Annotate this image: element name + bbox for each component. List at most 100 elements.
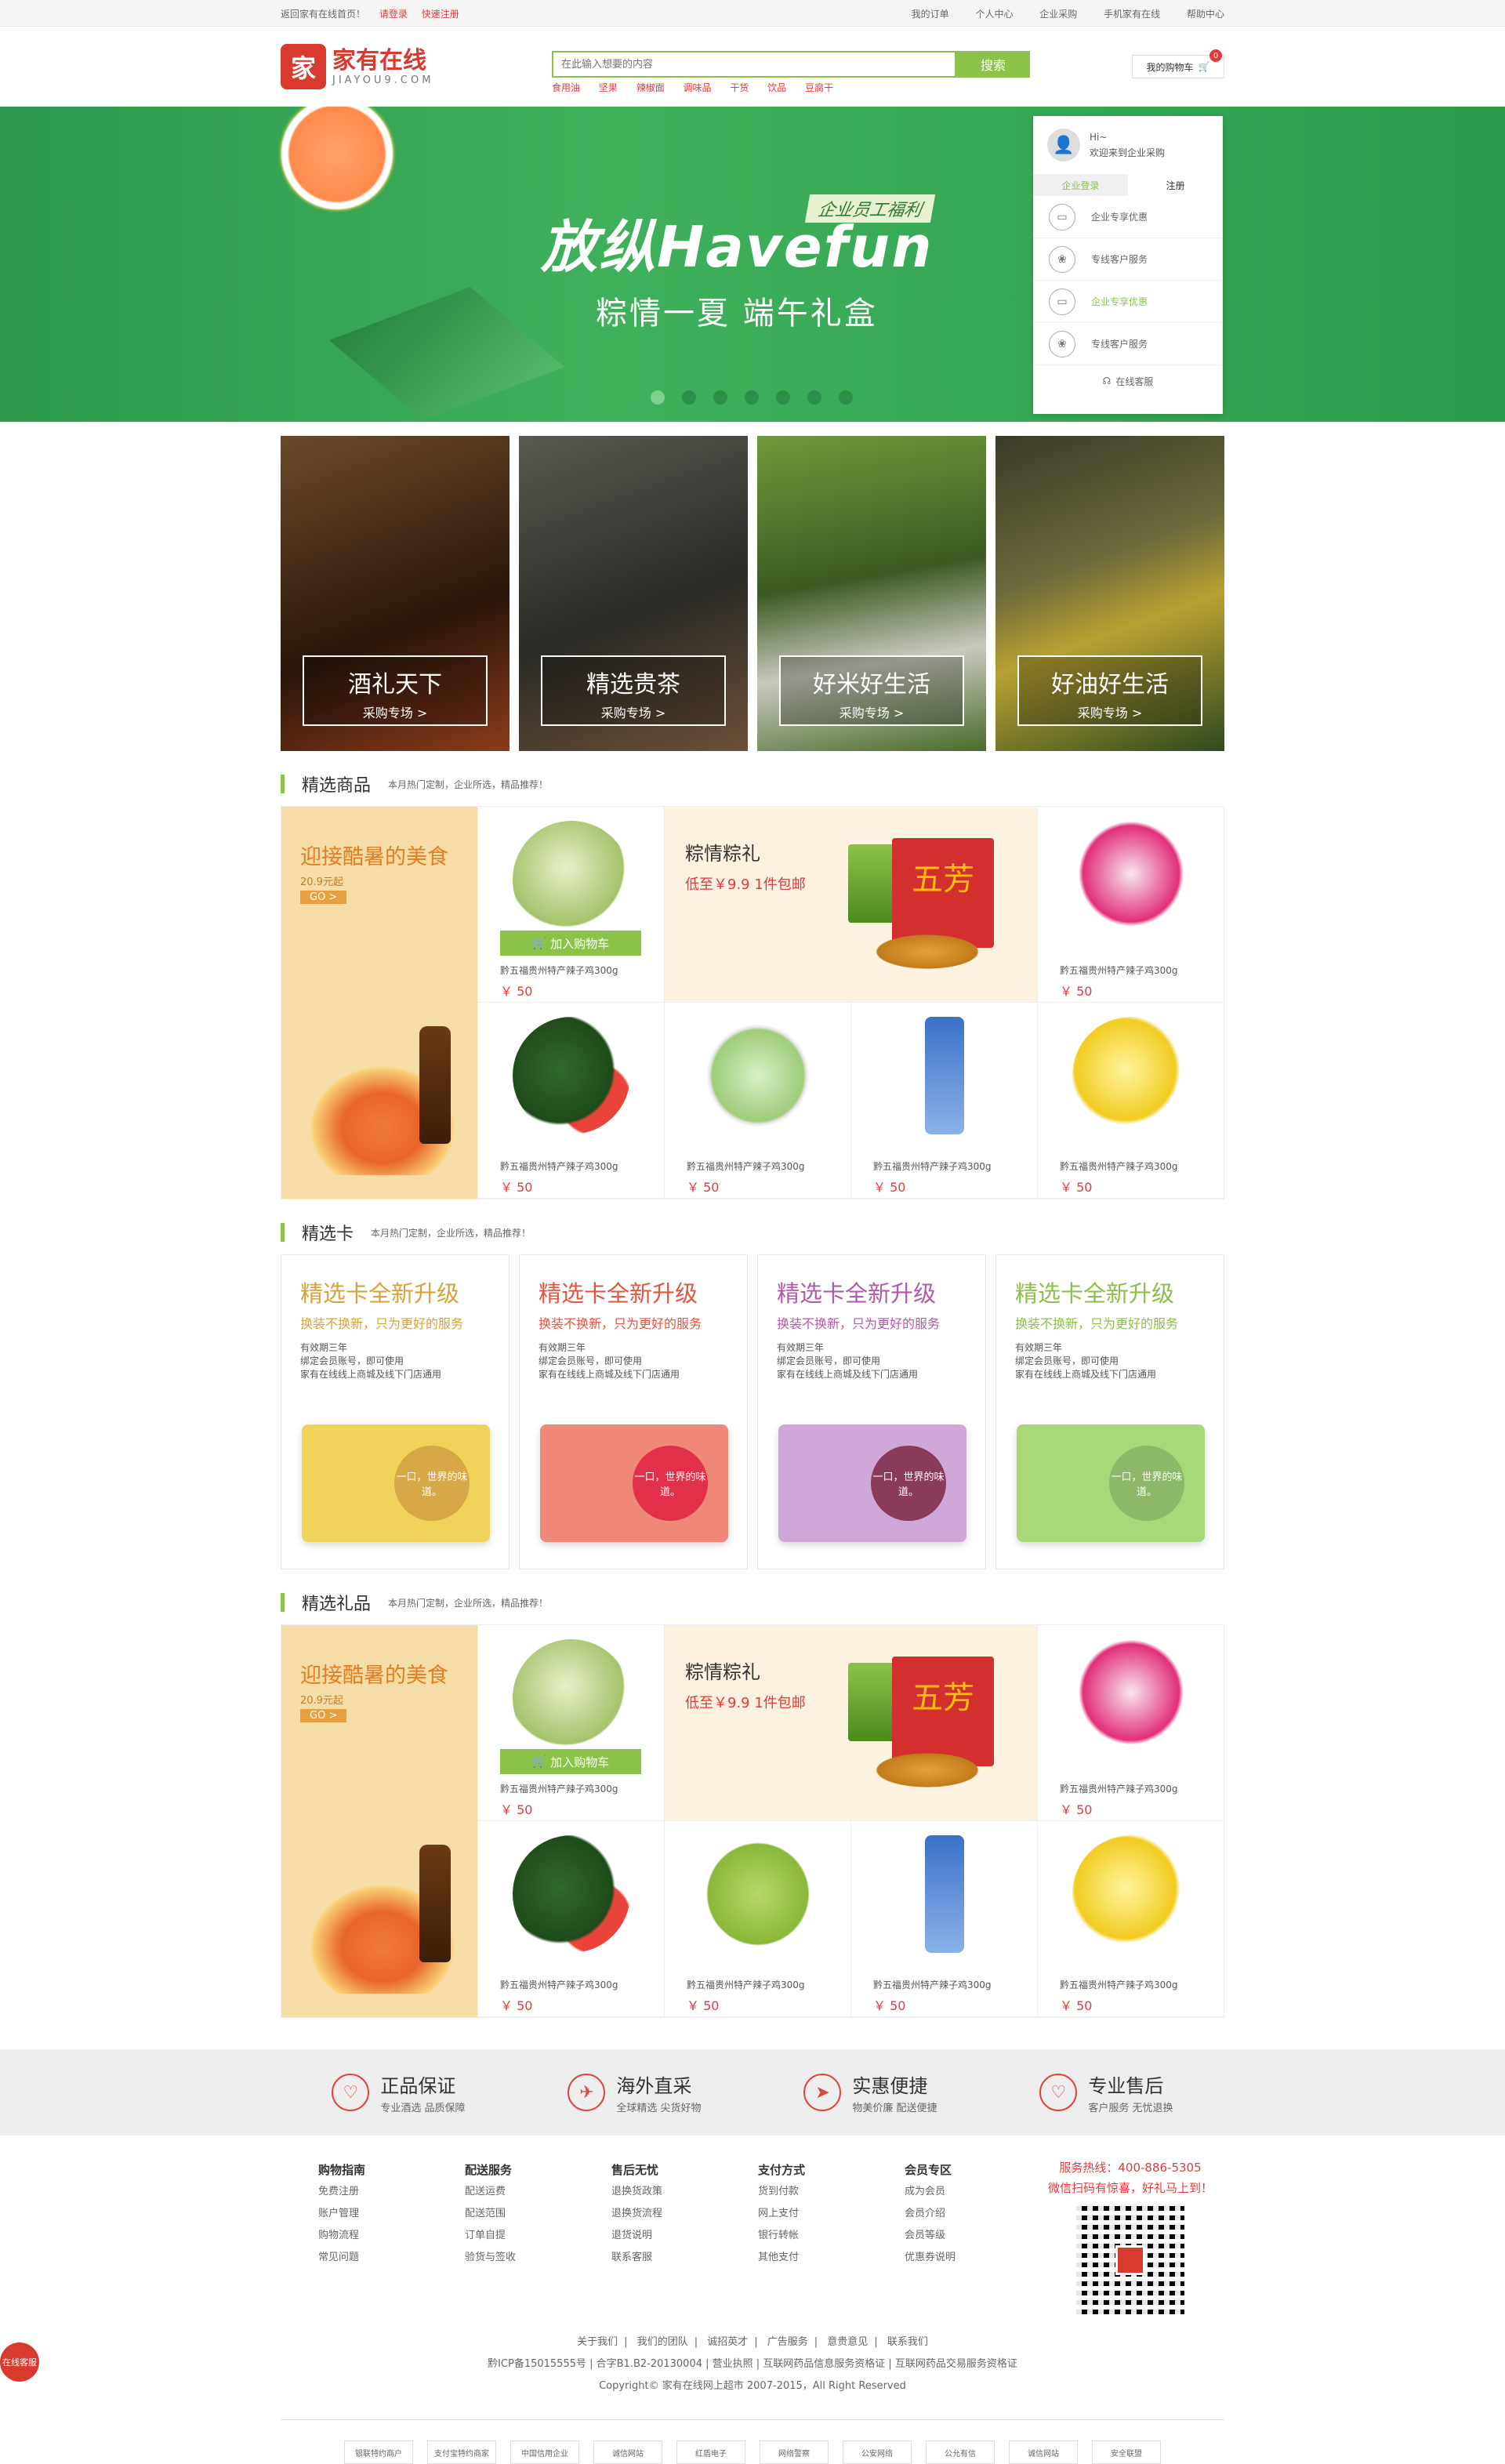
- featured-tile[interactable]: 粽情粽礼 低至￥9.9 1件包邮 五芳: [664, 1625, 1037, 1821]
- mobile-link[interactable]: 手机家有在线: [1104, 9, 1160, 20]
- gift-card[interactable]: 精选卡全新升级 换装不换新，只为更好的服务 有效期三年 绑定会员账号，即可使用 家有…: [519, 1254, 748, 1569]
- trust-badge[interactable]: 诚信网站: [593, 2440, 662, 2464]
- footer-link[interactable]: 免费注册: [318, 2181, 465, 2203]
- carousel-dot[interactable]: [839, 390, 853, 405]
- product-card[interactable]: 黔五福贵州特产辣子鸡300g ￥ 50: [477, 1003, 664, 1199]
- bottom-link[interactable]: 诚招英才: [707, 2336, 748, 2348]
- home-link[interactable]: 返回家有在线首页！: [281, 9, 365, 20]
- bottom-link[interactable]: 我们的团队: [637, 2336, 688, 2348]
- carousel-dot[interactable]: [682, 390, 696, 405]
- footer-link[interactable]: 退货说明: [611, 2225, 758, 2247]
- product-card[interactable]: 黔五福贵州特产辣子鸡300g ￥ 50: [1037, 1003, 1224, 1199]
- bottom-link[interactable]: 意贵意见: [827, 2336, 868, 2348]
- promo-tile[interactable]: 迎接酷暑的美食 20.9元起 GO >: [281, 1625, 477, 2017]
- hotword[interactable]: 饮品: [767, 82, 786, 93]
- footer-link[interactable]: 网上支付: [758, 2203, 905, 2225]
- footer-link[interactable]: 退换货政策: [611, 2181, 758, 2203]
- add-to-cart-button[interactable]: 🛒 加入购物车: [500, 931, 641, 956]
- search-button[interactable]: 搜索: [956, 51, 1030, 78]
- category-wine[interactable]: 酒礼天下 采购专场 >: [281, 436, 510, 751]
- product-card[interactable]: 黔五福贵州特产辣子鸡300g ￥ 50: [1037, 1821, 1224, 2017]
- register-link[interactable]: 快速注册: [422, 9, 459, 20]
- footer-link[interactable]: 验货与签收: [465, 2247, 611, 2269]
- footer-link[interactable]: 退换货流程: [611, 2203, 758, 2225]
- carousel-dot[interactable]: [807, 390, 821, 405]
- hotword[interactable]: 辣椒面: [636, 82, 665, 93]
- promo-tile[interactable]: 迎接酷暑的美食 20.9元起 GO >: [281, 807, 477, 1199]
- trust-badge[interactable]: 支付宝特约商家: [427, 2440, 496, 2464]
- product-card[interactable]: 黔五福贵州特产辣子鸡300g ￥ 50: [850, 1821, 1037, 2017]
- login-link[interactable]: 请登录: [379, 9, 408, 20]
- hotword[interactable]: 食用油: [552, 82, 580, 93]
- category-tea[interactable]: 精选贵茶 采购专场 >: [519, 436, 748, 751]
- tab-enterprise-login[interactable]: 企业登录: [1033, 174, 1128, 196]
- hotword[interactable]: 调味品: [684, 82, 712, 93]
- trust-badge[interactable]: 网络警察: [760, 2440, 829, 2464]
- panel-item[interactable]: ❀ 专线客户服务: [1033, 323, 1223, 365]
- carousel-dot[interactable]: [713, 390, 727, 405]
- logo[interactable]: 家 家有在线 JIAYOU9.COM: [281, 44, 433, 89]
- tab-register[interactable]: 注册: [1128, 174, 1223, 196]
- footer-link[interactable]: 会员等级: [905, 2225, 1051, 2247]
- hotword[interactable]: 豆腐干: [805, 82, 833, 93]
- footer-link[interactable]: 其他支付: [758, 2247, 905, 2269]
- category-oil[interactable]: 好油好生活 采购专场 >: [995, 436, 1224, 751]
- hotword[interactable]: 坚果: [599, 82, 618, 93]
- carousel-dot[interactable]: [651, 390, 665, 405]
- gift-card[interactable]: 精选卡全新升级 换装不换新，只为更好的服务 有效期三年 绑定会员账号，即可使用 家有…: [757, 1254, 986, 1569]
- panel-item[interactable]: ▭ 企业专享优惠: [1033, 196, 1223, 238]
- footer-link[interactable]: 银行转帐: [758, 2225, 905, 2247]
- category-rice[interactable]: 好米好生活 采购专场 >: [757, 436, 986, 751]
- trust-badge[interactable]: 安全联盟: [1092, 2440, 1161, 2464]
- help-link[interactable]: 帮助中心: [1187, 9, 1224, 20]
- online-service-button[interactable]: 在线客服: [0, 2342, 39, 2382]
- footer-link[interactable]: 配送运费: [465, 2181, 611, 2203]
- cart-button[interactable]: 我的购物车 🛒 0: [1132, 49, 1224, 78]
- footer-link[interactable]: 联系客服: [611, 2247, 758, 2269]
- footer-link[interactable]: 账户管理: [318, 2203, 465, 2225]
- trust-badge[interactable]: 银联特约商户: [344, 2440, 413, 2464]
- cart-label: 我的购物车: [1146, 61, 1194, 73]
- featured-tile[interactable]: 粽情粽礼 低至￥9.9 1件包邮 五芳: [664, 807, 1037, 1003]
- trust-badge[interactable]: 公允有信: [926, 2440, 995, 2464]
- product-card[interactable]: 黔五福贵州特产辣子鸡300g ￥ 50: [664, 1003, 850, 1199]
- gift-card[interactable]: 精选卡全新升级 换装不换新，只为更好的服务 有效期三年 绑定会员账号，即可使用 家有…: [995, 1254, 1224, 1569]
- personal-center-link[interactable]: 个人中心: [975, 9, 1013, 20]
- footer-link[interactable]: 常见问题: [318, 2247, 465, 2269]
- trust-badge[interactable]: 诚信网站: [1009, 2440, 1078, 2464]
- hotword[interactable]: 干货: [730, 82, 749, 93]
- product-card[interactable]: 黔五福贵州特产辣子鸡300g ￥ 50: [664, 1821, 850, 2017]
- enterprise-link[interactable]: 企业采购: [1039, 9, 1077, 20]
- product-card[interactable]: 🛒 加入购物车 黔五福贵州特产辣子鸡300g ￥ 50: [477, 807, 664, 1003]
- product-card[interactable]: 黔五福贵州特产辣子鸡300g ￥ 50: [850, 1003, 1037, 1199]
- my-orders-link[interactable]: 我的订单: [912, 9, 949, 20]
- footer-link[interactable]: 订单自提: [465, 2225, 611, 2247]
- trust-badge[interactable]: 红盾电子: [676, 2440, 745, 2464]
- trust-badge[interactable]: 中国信用企业: [510, 2440, 579, 2464]
- go-button[interactable]: GO >: [300, 891, 347, 904]
- bottom-link[interactable]: 关于我们: [577, 2336, 618, 2348]
- bottom-link[interactable]: 联系我们: [887, 2336, 928, 2348]
- product-card[interactable]: 黔五福贵州特产辣子鸡300g ￥ 50: [1037, 1625, 1224, 1821]
- product-card[interactable]: 黔五福贵州特产辣子鸡300g ￥ 50: [477, 1821, 664, 2017]
- footer-link[interactable]: 会员介绍: [905, 2203, 1051, 2225]
- search-input[interactable]: [552, 51, 956, 78]
- panel-item[interactable]: ▭ 企业专享优惠: [1033, 281, 1223, 323]
- footer-link[interactable]: 货到付款: [758, 2181, 905, 2203]
- product-card[interactable]: 🛒 加入购物车 黔五福贵州特产辣子鸡300g ￥ 50: [477, 1625, 664, 1821]
- trust-badge[interactable]: 公安网络: [843, 2440, 912, 2464]
- add-to-cart-button[interactable]: 🛒 加入购物车: [500, 1749, 641, 1774]
- footer-link[interactable]: 配送范围: [465, 2203, 611, 2225]
- go-button[interactable]: GO >: [300, 1709, 347, 1722]
- panel-item[interactable]: ❀ 专线客户服务: [1033, 238, 1223, 281]
- carousel-dot[interactable]: [776, 390, 790, 405]
- footer-link[interactable]: 优惠券说明: [905, 2247, 1051, 2269]
- carousel-dot[interactable]: [745, 390, 759, 405]
- product-card[interactable]: 黔五福贵州特产辣子鸡300g ￥ 50: [1037, 807, 1224, 1003]
- bottom-link[interactable]: 广告服务: [767, 2336, 808, 2348]
- online-service-link[interactable]: ☊ 在线客服: [1033, 365, 1223, 397]
- gift-card[interactable]: 精选卡全新升级 换装不换新，只为更好的服务 有效期三年 绑定会员账号，即可使用 家有…: [281, 1254, 510, 1569]
- footer-link[interactable]: 成为会员: [905, 2181, 1051, 2203]
- footer-link[interactable]: 购物流程: [318, 2225, 465, 2247]
- hero-banner[interactable]: 企业员工福利 放纵Havefun 粽情一夏 端午礼盒: [0, 107, 1505, 422]
